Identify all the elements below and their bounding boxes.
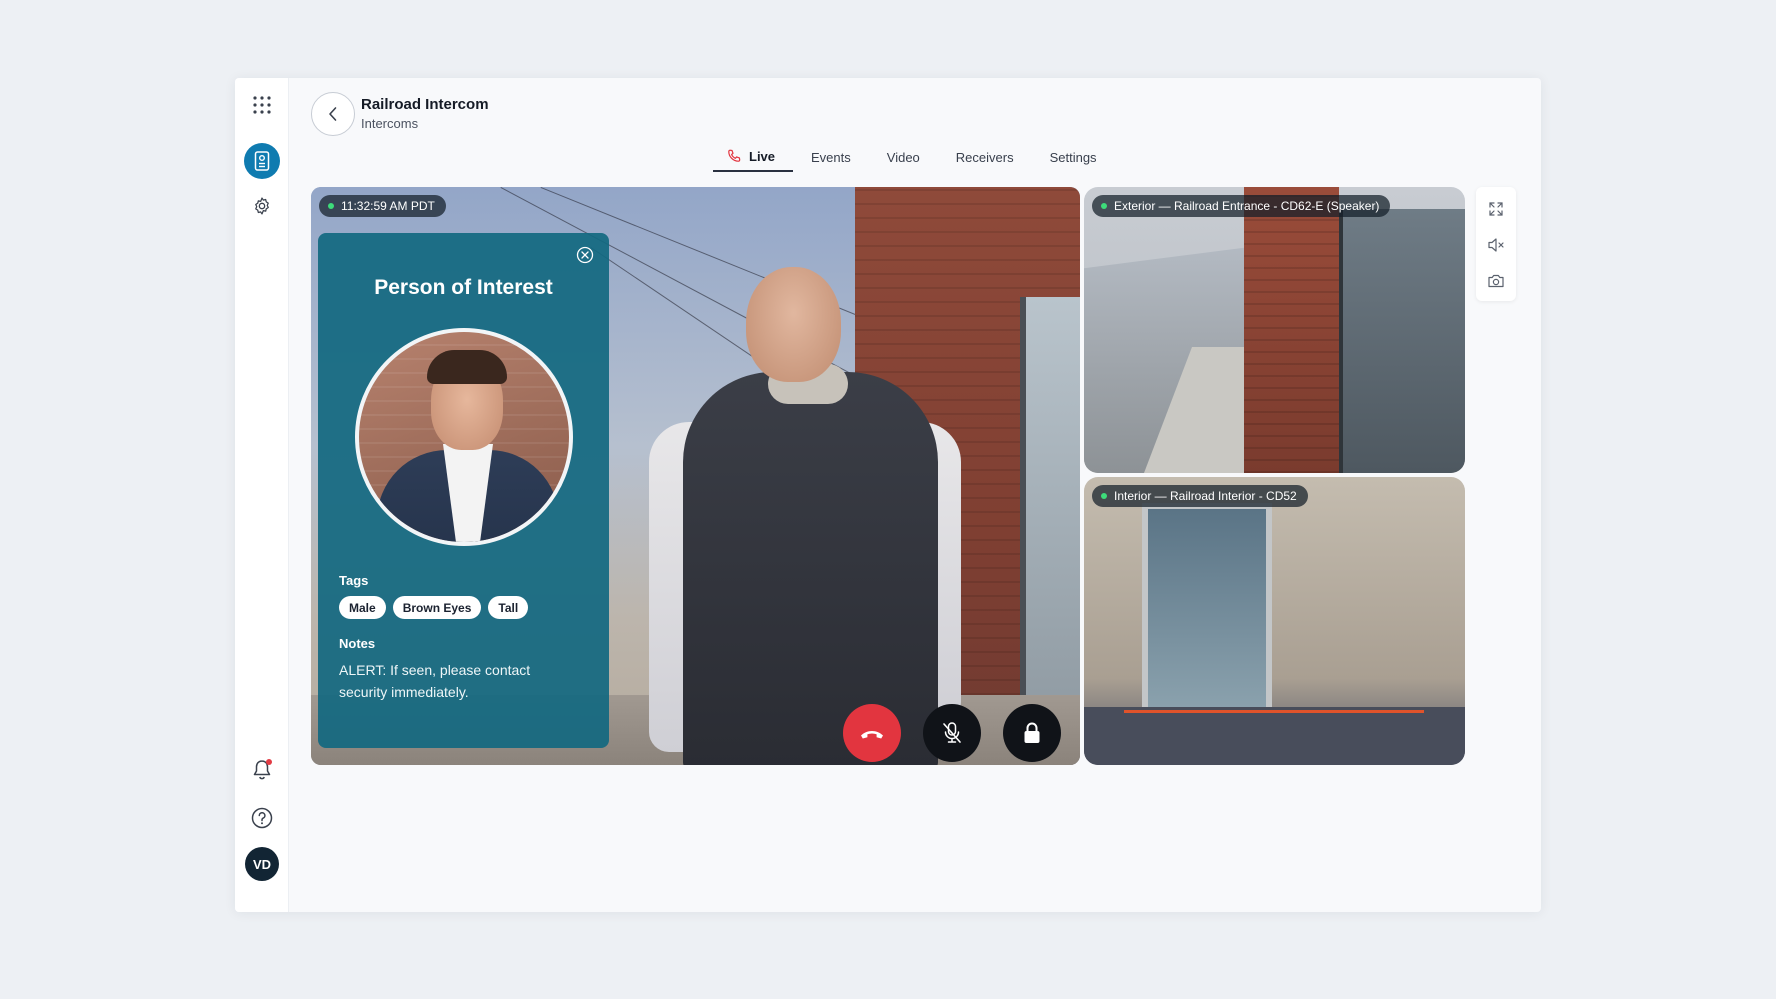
chevron-left-icon bbox=[329, 107, 337, 121]
live-dot bbox=[328, 203, 334, 209]
poi-photo bbox=[355, 328, 573, 546]
person-head bbox=[746, 267, 841, 382]
camera-label-text: Exterior — Railroad Entrance - CD62-E (S… bbox=[1114, 199, 1380, 213]
tag-list: Male Brown Eyes Tall bbox=[339, 596, 529, 619]
video-tool-panel bbox=[1476, 187, 1516, 301]
mute-button[interactable] bbox=[923, 704, 981, 762]
timestamp-text: 11:32:59 AM PDT bbox=[341, 199, 435, 213]
exterior-camera-feed[interactable]: Exterior — Railroad Entrance - CD62-E (S… bbox=[1084, 187, 1465, 473]
tag: Male bbox=[339, 596, 386, 619]
feed-door bbox=[1339, 209, 1465, 473]
page-subtitle[interactable]: Intercoms bbox=[361, 115, 489, 133]
feed-floor-line bbox=[1124, 710, 1424, 713]
tab-events[interactable]: Events bbox=[793, 142, 869, 172]
tab-receivers[interactable]: Receivers bbox=[938, 142, 1032, 172]
camera-label: Exterior — Railroad Entrance - CD62-E (S… bbox=[1092, 195, 1391, 217]
notes-label: Notes bbox=[339, 636, 376, 651]
tab-bar: Live Events Video Receivers Settings bbox=[713, 142, 1115, 172]
close-icon[interactable] bbox=[575, 245, 595, 265]
person-of-interest-card: Person of Interest Tags Male Brown Eyes … bbox=[318, 233, 609, 748]
hangup-icon bbox=[861, 731, 883, 739]
tab-receivers-label: Receivers bbox=[955, 149, 1014, 165]
notification-dot bbox=[266, 759, 272, 765]
interior-camera-feed[interactable]: Interior — Railroad Interior - CD52 bbox=[1084, 477, 1465, 765]
back-button[interactable] bbox=[311, 92, 355, 136]
tab-live[interactable]: Live bbox=[713, 142, 794, 172]
apps-grid-icon[interactable] bbox=[244, 87, 280, 123]
feed-door bbox=[1142, 503, 1272, 713]
tab-live-label: Live bbox=[749, 148, 776, 164]
tags-label: Tags bbox=[339, 573, 369, 588]
feed-wall bbox=[1244, 187, 1339, 473]
speaker-muted-icon[interactable] bbox=[1486, 235, 1506, 255]
feed-floor bbox=[1084, 707, 1465, 765]
bell-icon[interactable] bbox=[244, 752, 280, 788]
lock-icon bbox=[1024, 722, 1040, 743]
tag: Brown Eyes bbox=[392, 596, 482, 619]
poi-title: Person of Interest bbox=[374, 276, 553, 299]
hangup-button[interactable] bbox=[843, 704, 901, 762]
fullscreen-icon[interactable] bbox=[1486, 199, 1506, 219]
tag: Tall bbox=[488, 596, 529, 619]
main-live-feed[interactable]: 11:32:59 AM PDT Person of Interest Tags … bbox=[311, 187, 1080, 765]
poi-hair bbox=[427, 350, 507, 384]
timestamp-badge: 11:32:59 AM PDT bbox=[319, 195, 446, 217]
tab-settings-label: Settings bbox=[1049, 149, 1097, 165]
camera-snapshot-icon[interactable] bbox=[1486, 271, 1506, 291]
avatar[interactable]: VD bbox=[245, 847, 279, 881]
gear-icon[interactable] bbox=[244, 188, 280, 224]
unlock-door-button[interactable] bbox=[1003, 704, 1061, 762]
camera-label: Interior — Railroad Interior - CD52 bbox=[1092, 485, 1308, 507]
help-icon[interactable] bbox=[244, 800, 280, 836]
page-title: Railroad Intercom bbox=[361, 96, 489, 113]
microphone-off-icon bbox=[943, 722, 961, 743]
title-block: Railroad Intercom Intercoms bbox=[361, 95, 489, 133]
tab-video-label: Video bbox=[886, 149, 920, 165]
tab-events-label: Events bbox=[811, 149, 851, 165]
tab-video[interactable]: Video bbox=[869, 142, 938, 172]
poi-notes: ALERT: If seen, please contact security … bbox=[339, 662, 531, 700]
intercom-icon[interactable] bbox=[244, 143, 280, 179]
person-body bbox=[683, 364, 938, 765]
left-rail: VD bbox=[235, 78, 289, 912]
app-window: VD Railroad Intercom Intercoms Live Even… bbox=[235, 78, 1541, 912]
camera-label-text: Interior — Railroad Interior - CD52 bbox=[1114, 489, 1297, 503]
phone-icon bbox=[728, 149, 741, 162]
live-dot bbox=[1101, 493, 1107, 499]
live-dot bbox=[1101, 203, 1107, 209]
tab-settings[interactable]: Settings bbox=[1032, 142, 1115, 172]
